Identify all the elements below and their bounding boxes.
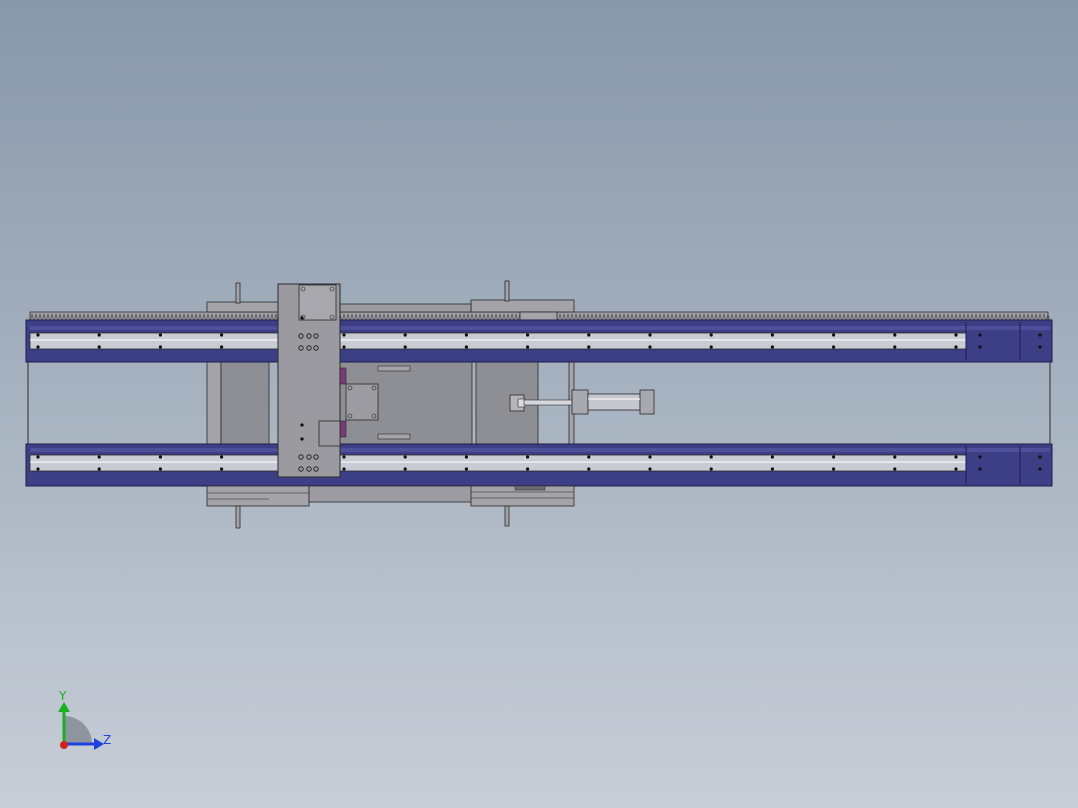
rail-bolt bbox=[893, 455, 897, 459]
rail-bolt bbox=[158, 455, 162, 459]
rail-bolt bbox=[158, 345, 162, 349]
rail-bolt bbox=[403, 467, 407, 471]
rail-bolt bbox=[342, 455, 346, 459]
upper-rail-beam bbox=[25, 319, 1053, 363]
rail-bolt bbox=[770, 333, 775, 337]
rail-bolt bbox=[403, 455, 407, 459]
rail-bolt bbox=[587, 455, 591, 459]
rail-bolt bbox=[342, 467, 346, 471]
rail-bolt bbox=[220, 455, 224, 459]
rail-bolt bbox=[893, 333, 897, 337]
rail-bolt bbox=[648, 333, 652, 337]
cad-viewport[interactable]: Y Z bbox=[0, 0, 1078, 808]
rail-bolt bbox=[464, 333, 468, 337]
rail-bolt bbox=[36, 333, 40, 337]
slide-carriage-plate bbox=[277, 283, 341, 478]
rail-bolt bbox=[36, 345, 40, 349]
rail-bolt bbox=[464, 345, 468, 349]
rail-bolt bbox=[954, 345, 958, 349]
rail-bolt bbox=[403, 333, 407, 337]
lower-cover-plate bbox=[308, 485, 473, 503]
rail-bolt bbox=[36, 467, 40, 471]
rail-bolt bbox=[709, 333, 713, 337]
rail-bolt bbox=[220, 333, 224, 337]
lower-bracket-left bbox=[206, 485, 310, 529]
rail-bolt bbox=[587, 467, 591, 471]
rail-bolt bbox=[770, 467, 775, 471]
rail-bolt bbox=[832, 333, 836, 337]
rail-bolt bbox=[648, 345, 652, 349]
rail-bolt bbox=[342, 345, 346, 349]
plate-hole bbox=[300, 423, 304, 427]
rail-bolt bbox=[97, 467, 101, 471]
rail-bolt bbox=[403, 345, 407, 349]
rail-bolt bbox=[978, 345, 982, 349]
rail-bolt bbox=[893, 345, 897, 349]
rail-bolt bbox=[648, 455, 652, 459]
rail-bolt bbox=[464, 467, 468, 471]
rail-bolt bbox=[1038, 455, 1042, 459]
rail-bolt bbox=[220, 345, 224, 349]
upper-guide-rod bbox=[29, 332, 967, 350]
rail-bolt bbox=[342, 333, 346, 337]
rail-bolt bbox=[97, 333, 101, 337]
rail-bolt bbox=[770, 455, 775, 459]
rail-bolt bbox=[1038, 345, 1042, 349]
assembly-drawing: Y Z bbox=[25, 280, 1053, 750]
rail-bolt bbox=[587, 333, 591, 337]
rail-bolt bbox=[709, 467, 713, 471]
rail-bolt bbox=[526, 345, 530, 349]
rail-bolt bbox=[832, 345, 836, 349]
rail-bolt bbox=[709, 455, 713, 459]
z-axis-label: Z bbox=[103, 733, 111, 747]
lower-guide-rod bbox=[29, 454, 967, 472]
rail-bolt bbox=[893, 467, 897, 471]
lower-rail-beam bbox=[25, 443, 1053, 487]
rail-bolt bbox=[954, 455, 958, 459]
rail-bolt bbox=[464, 455, 468, 459]
rail-bolt bbox=[97, 345, 101, 349]
rail-bolt bbox=[158, 467, 162, 471]
rail-bolt bbox=[954, 333, 958, 337]
upper-cover-plate bbox=[339, 303, 472, 313]
plate-hole bbox=[300, 437, 304, 441]
rail-bolt bbox=[36, 455, 40, 459]
rail-bolt bbox=[526, 467, 530, 471]
y-axis-label: Y bbox=[58, 689, 67, 703]
coordinate-triad: Y Z bbox=[58, 689, 111, 750]
rail-bolt bbox=[978, 333, 982, 337]
x-axis-dot bbox=[60, 741, 68, 749]
plate-hole bbox=[300, 316, 304, 320]
rail-bolt bbox=[770, 345, 775, 349]
rail-bolt bbox=[832, 455, 836, 459]
rail-bolt bbox=[648, 467, 652, 471]
rail-bolt bbox=[709, 345, 713, 349]
rail-bolt bbox=[954, 467, 958, 471]
rail-bolt bbox=[97, 455, 101, 459]
rail-bolt bbox=[978, 455, 982, 459]
rail-bolt bbox=[587, 345, 591, 349]
rail-bolt bbox=[1038, 333, 1042, 337]
upper-bracket-left bbox=[206, 282, 280, 313]
rail-bolt bbox=[220, 467, 224, 471]
rail-bolt bbox=[1038, 467, 1042, 471]
rail-bolt bbox=[526, 455, 530, 459]
rail-bolt bbox=[158, 333, 162, 337]
rail-bolt bbox=[526, 333, 530, 337]
lower-bracket-right bbox=[470, 485, 575, 527]
rail-bolt bbox=[832, 467, 836, 471]
rail-bolt bbox=[978, 467, 982, 471]
